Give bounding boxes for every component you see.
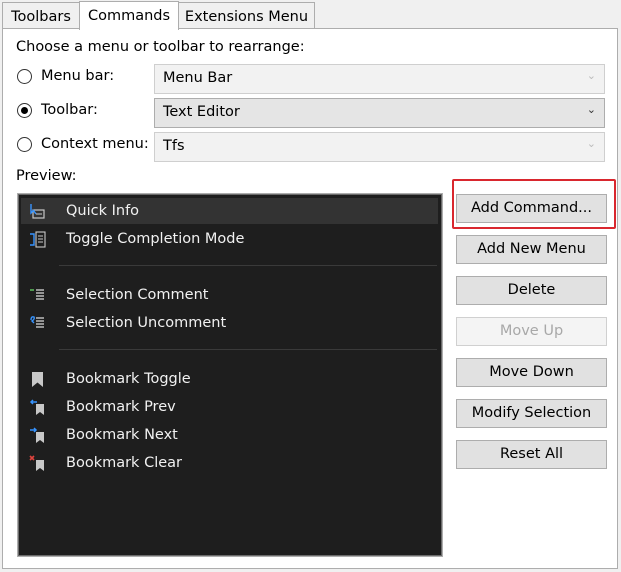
list-item-label: Bookmark Toggle [66, 371, 191, 387]
uncomment-icon [30, 316, 44, 328]
preview-label: Preview: [16, 168, 77, 184]
list-item[interactable]: Selection Uncomment [21, 310, 438, 336]
chevron-down-icon: ⌄ [586, 69, 596, 82]
list-item-label: Bookmark Prev [66, 399, 176, 415]
comment-icon [30, 289, 44, 300]
modify-selection-button[interactable]: Modify Selection [456, 399, 607, 428]
toolbar-select[interactable]: Text Editor ⌄ [154, 98, 605, 128]
bookmark-next-icon [30, 427, 44, 443]
bookmark-prev-icon [29, 399, 44, 415]
delete-button[interactable]: Delete [456, 276, 607, 305]
list-item[interactable]: Bookmark Toggle [21, 366, 438, 392]
separator [59, 349, 437, 350]
quick-info-icon [30, 204, 45, 219]
list-item[interactable]: Bookmark Prev [21, 394, 438, 420]
context-menu-select-value: Tfs [163, 138, 185, 154]
tab-extensions-menu[interactable]: Extensions Menu [178, 2, 315, 29]
list-item-label: Selection Uncomment [66, 315, 227, 331]
list-item[interactable]: Quick Info [21, 198, 438, 224]
reset-all-button[interactable]: Reset All [456, 440, 607, 469]
menu-bar-select-value: Menu Bar [163, 70, 233, 86]
menu-bar-radio[interactable] [17, 69, 32, 84]
list-item-label: Bookmark Clear [66, 455, 182, 471]
list-item[interactable]: Bookmark Clear [21, 450, 438, 476]
add-new-menu-button[interactable]: Add New Menu [456, 235, 607, 264]
separator [59, 265, 437, 266]
list-item[interactable]: Selection Comment [21, 282, 438, 308]
toolbar-label: Toolbar: [41, 102, 98, 118]
toolbar-select-value: Text Editor [163, 104, 240, 120]
menu-bar-label: Menu bar: [41, 68, 115, 84]
context-menu-select[interactable]: Tfs ⌄ [154, 132, 605, 162]
tab-commands[interactable]: Commands [79, 1, 179, 30]
bookmark-icon [32, 372, 43, 387]
preview-list[interactable]: Quick Info Toggle Completion Mode Select… [17, 193, 443, 557]
choose-label: Choose a menu or toolbar to rearrange: [16, 39, 305, 55]
add-command-button[interactable]: Add Command... [456, 194, 607, 223]
move-down-button[interactable]: Move Down [456, 358, 607, 387]
list-item[interactable]: Toggle Completion Mode [21, 226, 438, 252]
tab-toolbars[interactable]: Toolbars [2, 2, 80, 29]
context-menu-radio[interactable] [17, 137, 32, 152]
chevron-down-icon: ⌄ [586, 137, 596, 150]
commands-panel: Choose a menu or toolbar to rearrange: M… [2, 28, 618, 569]
toolbar-radio[interactable] [17, 103, 32, 118]
list-item-label: Bookmark Next [66, 427, 178, 443]
list-item-label: Selection Comment [66, 287, 209, 303]
chevron-down-icon: ⌄ [586, 103, 596, 116]
list-item[interactable]: Bookmark Next [21, 422, 438, 448]
list-item-label: Quick Info [66, 203, 140, 219]
context-menu-label: Context menu: [41, 136, 149, 152]
move-up-button[interactable]: Move Up [456, 317, 607, 346]
toggle-completion-icon [30, 231, 46, 248]
menu-bar-select[interactable]: Menu Bar ⌄ [154, 64, 605, 94]
bookmark-clear-icon [29, 455, 44, 471]
list-item-label: Toggle Completion Mode [66, 231, 245, 247]
